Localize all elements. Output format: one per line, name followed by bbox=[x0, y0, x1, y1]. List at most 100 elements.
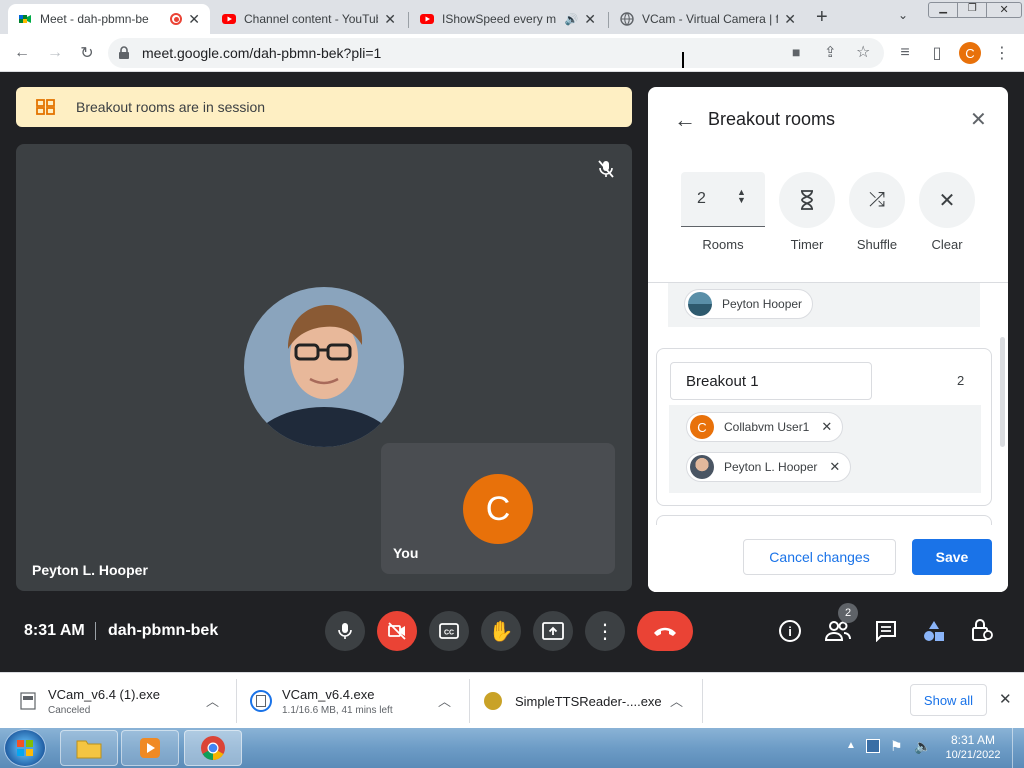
svg-text:CC: CC bbox=[444, 630, 454, 637]
remove-icon[interactable]: ✕ bbox=[829, 459, 840, 475]
close-window-icon[interactable]: ✕ bbox=[987, 2, 1022, 18]
captions-icon: CC bbox=[439, 623, 459, 639]
chat-icon[interactable] bbox=[875, 620, 897, 642]
start-button[interactable] bbox=[4, 729, 46, 767]
show-all-downloads-button[interactable]: Show all bbox=[910, 684, 987, 716]
timer-button[interactable] bbox=[779, 172, 835, 228]
captions-button[interactable]: CC bbox=[429, 611, 469, 651]
taskbar-chrome[interactable] bbox=[184, 730, 242, 766]
close-panel-icon[interactable]: ✕ bbox=[970, 107, 987, 132]
save-button[interactable]: Save bbox=[912, 539, 992, 575]
lock-icon[interactable] bbox=[118, 46, 130, 60]
download-item[interactable]: VCam_v6.4.exe 1.1/16.6 MB, 41 mins left … bbox=[250, 673, 462, 729]
participant-chip[interactable]: Peyton Hooper bbox=[684, 289, 814, 319]
participant-chip[interactable]: Peyton L. Hooper ✕ bbox=[686, 452, 852, 482]
people-icon[interactable] bbox=[825, 620, 851, 642]
media-player-icon bbox=[140, 738, 160, 758]
chrome-menu-icon[interactable]: ⋮ bbox=[991, 42, 1013, 64]
people-count-badge: 2 bbox=[838, 603, 858, 623]
panel-scrollbar[interactable] bbox=[1000, 337, 1005, 447]
chevron-up-icon[interactable]: ︿ bbox=[206, 691, 219, 710]
show-desktop-button[interactable] bbox=[1012, 728, 1024, 768]
close-shelf-icon[interactable]: ✕ bbox=[999, 690, 1012, 708]
minimize-icon[interactable]: ▁ bbox=[928, 2, 959, 18]
download-item[interactable]: SimpleTTSReader-....exe ︿ bbox=[484, 673, 696, 729]
share-icon[interactable]: ⇪ bbox=[824, 43, 837, 61]
microphone-icon bbox=[338, 623, 352, 639]
network-icon[interactable] bbox=[866, 739, 880, 753]
tab-meet[interactable]: Meet - dah-pbmn-be ✕ bbox=[8, 4, 210, 34]
stepper-arrows-icon[interactable]: ▲ ▼ bbox=[737, 188, 746, 205]
tab-strip: Meet - dah-pbmn-be ✕ Channel content - Y… bbox=[0, 0, 1024, 34]
close-tab-icon[interactable]: ✕ bbox=[584, 11, 596, 28]
room-count-stepper[interactable]: 2 ▲ ▼ bbox=[681, 172, 765, 227]
taskbar-media-player[interactable] bbox=[121, 730, 179, 766]
self-label: You bbox=[393, 545, 419, 561]
audio-playing-icon[interactable]: 🔊 bbox=[565, 13, 579, 26]
close-tab-icon[interactable]: ✕ bbox=[188, 11, 200, 28]
tab-youtube-channel[interactable]: Channel content - YouTub ✕ bbox=[212, 4, 406, 34]
panel-title: Breakout rooms bbox=[708, 109, 836, 129]
close-tab-icon[interactable]: ✕ bbox=[784, 11, 796, 28]
download-item[interactable]: VCam_v6.4 (1).exe Canceled ︿ bbox=[20, 673, 230, 729]
camera-button[interactable] bbox=[377, 611, 417, 651]
present-screen-icon bbox=[542, 622, 564, 640]
reload-icon[interactable]: ↻ bbox=[76, 42, 98, 64]
side-panel-icon[interactable]: ▯ bbox=[926, 42, 948, 64]
tab-ishowspeed[interactable]: IShowSpeed every m 🔊 ✕ bbox=[410, 4, 606, 34]
more-options-button[interactable]: ⋮ bbox=[585, 611, 625, 651]
back-arrow-icon[interactable]: ← bbox=[674, 107, 696, 133]
avatar bbox=[688, 292, 712, 316]
leave-call-button[interactable] bbox=[637, 611, 693, 651]
activities-icon[interactable] bbox=[922, 619, 946, 643]
camera-in-use-icon[interactable]: ■ bbox=[792, 44, 800, 60]
raise-hand-button[interactable]: ✋ bbox=[481, 611, 521, 651]
tab-vcam[interactable]: VCam - Virtual Camera | f ✕ bbox=[610, 4, 806, 34]
chevron-up-icon[interactable]: ︿ bbox=[438, 691, 451, 710]
profile-avatar[interactable]: C bbox=[959, 42, 981, 64]
avatar: C bbox=[690, 415, 714, 439]
room-count-value[interactable]: 2 bbox=[697, 190, 706, 208]
chevron-up-icon[interactable]: ︿ bbox=[670, 691, 683, 710]
taskbar-explorer[interactable] bbox=[60, 730, 118, 766]
action-center-icon[interactable]: ⚑ bbox=[890, 738, 903, 755]
tab-title: Channel content - YouTub bbox=[244, 12, 379, 26]
chrome-icon bbox=[201, 736, 225, 760]
room-name-input[interactable]: Breakout 1 bbox=[670, 362, 872, 400]
present-button[interactable] bbox=[533, 611, 573, 651]
clear-button[interactable]: ✕ bbox=[919, 172, 975, 228]
host-controls-icon[interactable] bbox=[970, 618, 994, 642]
participant-photo bbox=[244, 287, 404, 447]
close-tab-icon[interactable]: ✕ bbox=[384, 11, 396, 28]
rooms-label: Rooms bbox=[702, 237, 744, 252]
clock-time: 8:31 AM bbox=[950, 733, 996, 747]
tab-title: Meet - dah-pbmn-be bbox=[40, 12, 149, 26]
microphone-button[interactable] bbox=[325, 611, 365, 651]
browser-toolbar: ← → ↻ meet.google.com/dah-pbmn-bek?pli=1… bbox=[0, 34, 1024, 72]
new-tab-button[interactable]: + bbox=[816, 6, 828, 29]
bookmark-star-icon[interactable]: ☆ bbox=[856, 42, 870, 62]
self-tile[interactable]: C You bbox=[381, 443, 615, 574]
tray-expand-icon[interactable]: ▲ bbox=[846, 740, 856, 751]
meeting-info-icon[interactable]: i bbox=[779, 620, 801, 642]
media-controls-icon[interactable]: ≡ bbox=[894, 42, 916, 64]
cancel-changes-button[interactable]: Cancel changes bbox=[743, 539, 896, 575]
forward-icon[interactable]: → bbox=[44, 42, 66, 64]
clock[interactable]: 8:31 AM 10/21/2022 bbox=[944, 733, 1002, 761]
recording-icon bbox=[170, 13, 183, 25]
globe-icon bbox=[620, 12, 634, 26]
url-text[interactable]: meet.google.com/dah-pbmn-bek?pli=1 bbox=[142, 45, 381, 61]
text-cursor bbox=[682, 52, 684, 68]
volume-icon[interactable]: 🔈 bbox=[914, 738, 931, 755]
remove-icon[interactable]: ✕ bbox=[821, 419, 832, 435]
download-shelf: VCam_v6.4 (1).exe Canceled ︿ VCam_v6.4.e… bbox=[0, 672, 1024, 728]
folder-icon bbox=[76, 740, 102, 759]
back-icon[interactable]: ← bbox=[11, 42, 33, 64]
tab-search-icon[interactable]: ⌄ bbox=[898, 8, 908, 22]
tab-title: VCam - Virtual Camera | f bbox=[642, 12, 779, 26]
shuffle-button[interactable]: ⤮ bbox=[849, 172, 905, 228]
restore-icon[interactable]: ❐ bbox=[958, 2, 988, 18]
download-progress-icon bbox=[250, 690, 272, 712]
address-bar[interactable]: meet.google.com/dah-pbmn-bek?pli=1 ■ ⇪ ☆ bbox=[108, 38, 884, 68]
participant-chip[interactable]: C Collabvm User1 ✕ bbox=[686, 412, 844, 442]
